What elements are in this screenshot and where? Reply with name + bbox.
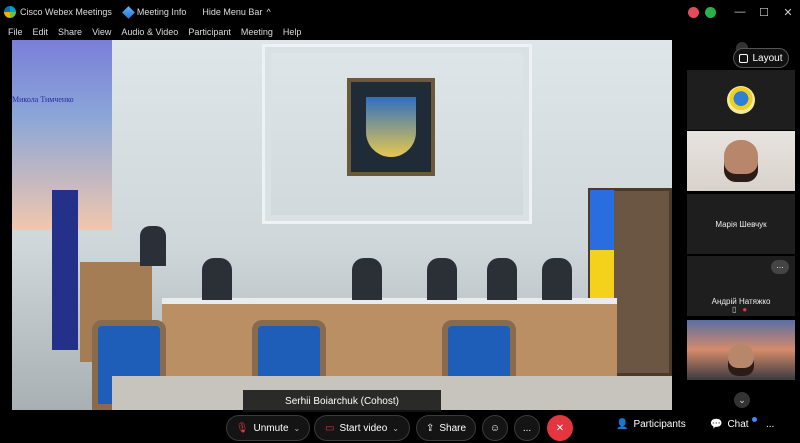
chevron-down-icon[interactable]: ⌄ [294, 424, 301, 433]
share-label: Share [439, 422, 467, 434]
participant-tile[interactable]: Марія Шевчук [687, 194, 795, 254]
menu-edit[interactable]: Edit [33, 27, 49, 37]
maximize-button[interactable]: ☐ [752, 6, 776, 19]
menu-file[interactable]: File [8, 27, 23, 37]
blue-flag [52, 190, 78, 350]
reactions-button[interactable]: ☺ [482, 415, 508, 441]
mic-off-icon: 🎙 [235, 422, 249, 434]
meeting-info-icon [122, 5, 135, 19]
webex-logo-icon [4, 6, 16, 18]
participant-face [724, 140, 758, 182]
menu-participant[interactable]: Participant [188, 27, 231, 37]
coat-of-arms-image [347, 78, 435, 176]
close-icon: ✕ [555, 422, 565, 434]
meeting-info-label: Meeting Info [136, 7, 187, 17]
leave-meeting-button[interactable]: ✕ [547, 415, 573, 441]
menu-view[interactable]: View [92, 27, 111, 37]
hide-menu-bar-button[interactable]: Hide Menu Bar ^ [202, 7, 270, 17]
presidium-table [162, 298, 617, 376]
chevron-down-icon[interactable]: ⌄ [734, 392, 750, 408]
layout-icon [739, 53, 749, 63]
menu-meeting[interactable]: Meeting [241, 27, 273, 37]
participant-name: Марія Шевчук [715, 219, 767, 229]
participant-more-button[interactable]: ... [771, 260, 789, 274]
recording-indicator-icon[interactable] [688, 6, 699, 18]
device-icon: ▯ [732, 305, 737, 314]
share-icon: ⇪ [425, 422, 435, 434]
menu-share[interactable]: Share [58, 27, 82, 37]
menu-audio-video[interactable]: Audio & Video [121, 27, 178, 37]
participants-icon: 👤 [616, 419, 629, 430]
chat-label: Chat [727, 419, 749, 430]
close-button[interactable]: ✕ [776, 6, 800, 19]
mic-muted-icon: ● [742, 305, 748, 314]
menu-help[interactable]: Help [283, 27, 302, 37]
layout-button[interactable]: Layout [733, 48, 789, 68]
participants-button[interactable]: 👤 Participants [616, 419, 686, 430]
meeting-controls: 🎙 Unmute ⌄ ▭ Start video ⌄ ⇪ Share ☺ ...… [0, 413, 800, 443]
overflow-menu-button[interactable]: ... [766, 419, 774, 430]
start-video-button[interactable]: ▭ Start video ⌄ [314, 415, 410, 441]
participant-video-tile[interactable] [687, 131, 795, 191]
speaker-figure [140, 226, 166, 266]
title-bar: Cisco Webex Meetings Meeting Info Hide M… [0, 0, 800, 24]
reactions-icon: ☺ [489, 422, 501, 434]
participants-label: Participants [633, 419, 686, 430]
participant-face [728, 344, 754, 376]
more-options-button[interactable]: ... [514, 415, 540, 441]
chat-icon: 💬 [710, 419, 723, 430]
unmute-button[interactable]: 🎙 Unmute ⌄ [226, 415, 310, 441]
participant-avatar [727, 86, 755, 114]
participant-tile[interactable]: ... Андрій Натяжко ▯ ● [687, 256, 795, 316]
seated-person [202, 258, 232, 300]
participant-status: ▯ ● [732, 305, 747, 314]
hide-menu-bar-label: Hide Menu Bar [202, 7, 263, 17]
active-speaker-label: Serhii Boiarchuk (Cohost) [243, 390, 441, 412]
chevron-up-icon: ^ [266, 7, 271, 17]
security-indicator-icon[interactable] [705, 6, 716, 18]
presentation-title: Микола Тимченко [12, 95, 74, 104]
meeting-info-button[interactable]: Meeting Info [122, 5, 187, 19]
menu-bar: File Edit Share View Audio & Video Parti… [0, 24, 800, 40]
layout-label: Layout [752, 52, 783, 64]
participant-tile[interactable] [687, 70, 795, 130]
more-icon: ... [766, 419, 775, 430]
start-video-label: Start video [339, 422, 388, 434]
participant-video-tile[interactable] [687, 320, 795, 380]
main-video-stage[interactable]: Микола Тимченко [12, 40, 672, 410]
seated-person [487, 258, 517, 300]
video-off-icon: ▭ [325, 422, 335, 434]
ukraine-flag [590, 190, 614, 310]
chevron-down-icon[interactable]: ⌄ [392, 424, 399, 433]
more-icon: ... [522, 422, 532, 434]
seated-person [352, 258, 382, 300]
chat-button[interactable]: 💬 Chat [710, 419, 749, 430]
chat-notification-badge [752, 417, 757, 422]
seated-person [427, 258, 457, 300]
app-title: Cisco Webex Meetings [20, 7, 112, 17]
share-button[interactable]: ⇪ Share [416, 415, 476, 441]
unmute-label: Unmute [253, 422, 289, 434]
minimize-button[interactable]: — [728, 6, 752, 18]
seated-person [542, 258, 572, 300]
